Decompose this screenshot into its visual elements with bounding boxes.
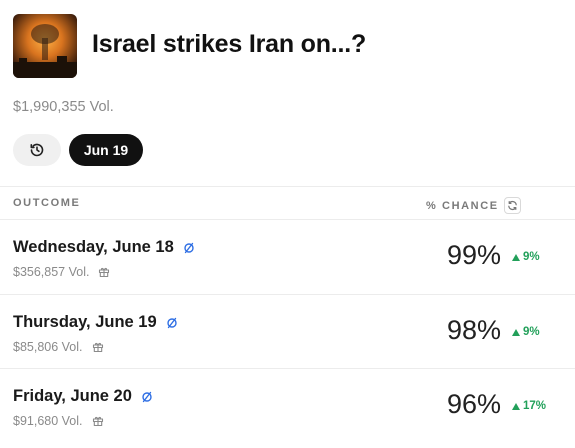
outcome-label-group: Wednesday, June 18 [13, 238, 195, 257]
resolution-link-icon[interactable] [141, 391, 153, 403]
outcome-volume-group: $91,680 Vol. [13, 414, 104, 428]
divider [0, 186, 575, 187]
outcome-chance: 99% [446, 240, 501, 270]
outcome-change-value: 9% [523, 326, 540, 338]
outcome-volume: $356,857 Vol. [13, 265, 90, 279]
chance-column-header: % CHANCE [426, 197, 521, 214]
resolution-link-icon[interactable] [166, 317, 178, 329]
outcome-row[interactable]: Friday, June 20 $91,680 Vol. 96% 17% [0, 369, 575, 443]
outcome-chance: 96% [446, 389, 501, 419]
outcome-row[interactable]: Thursday, June 19 $85,806 Vol. 98% 9% [0, 295, 575, 369]
gift-icon[interactable] [98, 266, 110, 278]
outcome-chance: 98% [446, 315, 501, 345]
outcome-volume-group: $85,806 Vol. [13, 340, 104, 354]
outcome-label-group: Friday, June 20 [13, 387, 153, 406]
outcome-change-value: 17% [523, 400, 547, 412]
gift-icon[interactable] [92, 341, 104, 353]
outcome-label: Thursday, June 19 [13, 313, 157, 331]
outcome-column-header: OUTCOME [13, 197, 81, 209]
market-thumbnail [13, 14, 77, 78]
outcome-label: Wednesday, June 18 [13, 238, 174, 256]
outcome-volume: $91,680 Vol. [13, 414, 83, 428]
outcome-change: 17% [512, 400, 546, 412]
outcome-volume: $85,806 Vol. [13, 340, 83, 354]
outcome-change: 9% [512, 251, 540, 263]
triangle-up-icon [512, 402, 520, 410]
chance-column-label: % CHANCE [426, 199, 499, 212]
outcome-change: 9% [512, 326, 540, 338]
triangle-up-icon [512, 328, 520, 336]
outcome-change-value: 9% [523, 251, 540, 263]
outcome-row[interactable]: Wednesday, June 18 $356,857 Vol. 99% 9% [0, 220, 575, 294]
history-icon [29, 142, 45, 158]
outcome-label: Friday, June 20 [13, 387, 132, 405]
outcome-volume-group: $356,857 Vol. [13, 265, 110, 279]
market-title: Israel strikes Iran on...? [92, 30, 367, 58]
outcome-label-group: Thursday, June 19 [13, 313, 178, 332]
gift-icon[interactable] [92, 415, 104, 427]
triangle-up-icon [512, 253, 520, 261]
market-volume: $1,990,355 Vol. [13, 99, 114, 115]
resolution-link-icon[interactable] [183, 242, 195, 254]
market-page: Israel strikes Iran on...? $1,990,355 Vo… [0, 0, 575, 448]
date-filter-pill[interactable]: Jun 19 [69, 134, 143, 166]
history-button[interactable] [13, 134, 61, 166]
refresh-icon[interactable] [503, 197, 521, 214]
